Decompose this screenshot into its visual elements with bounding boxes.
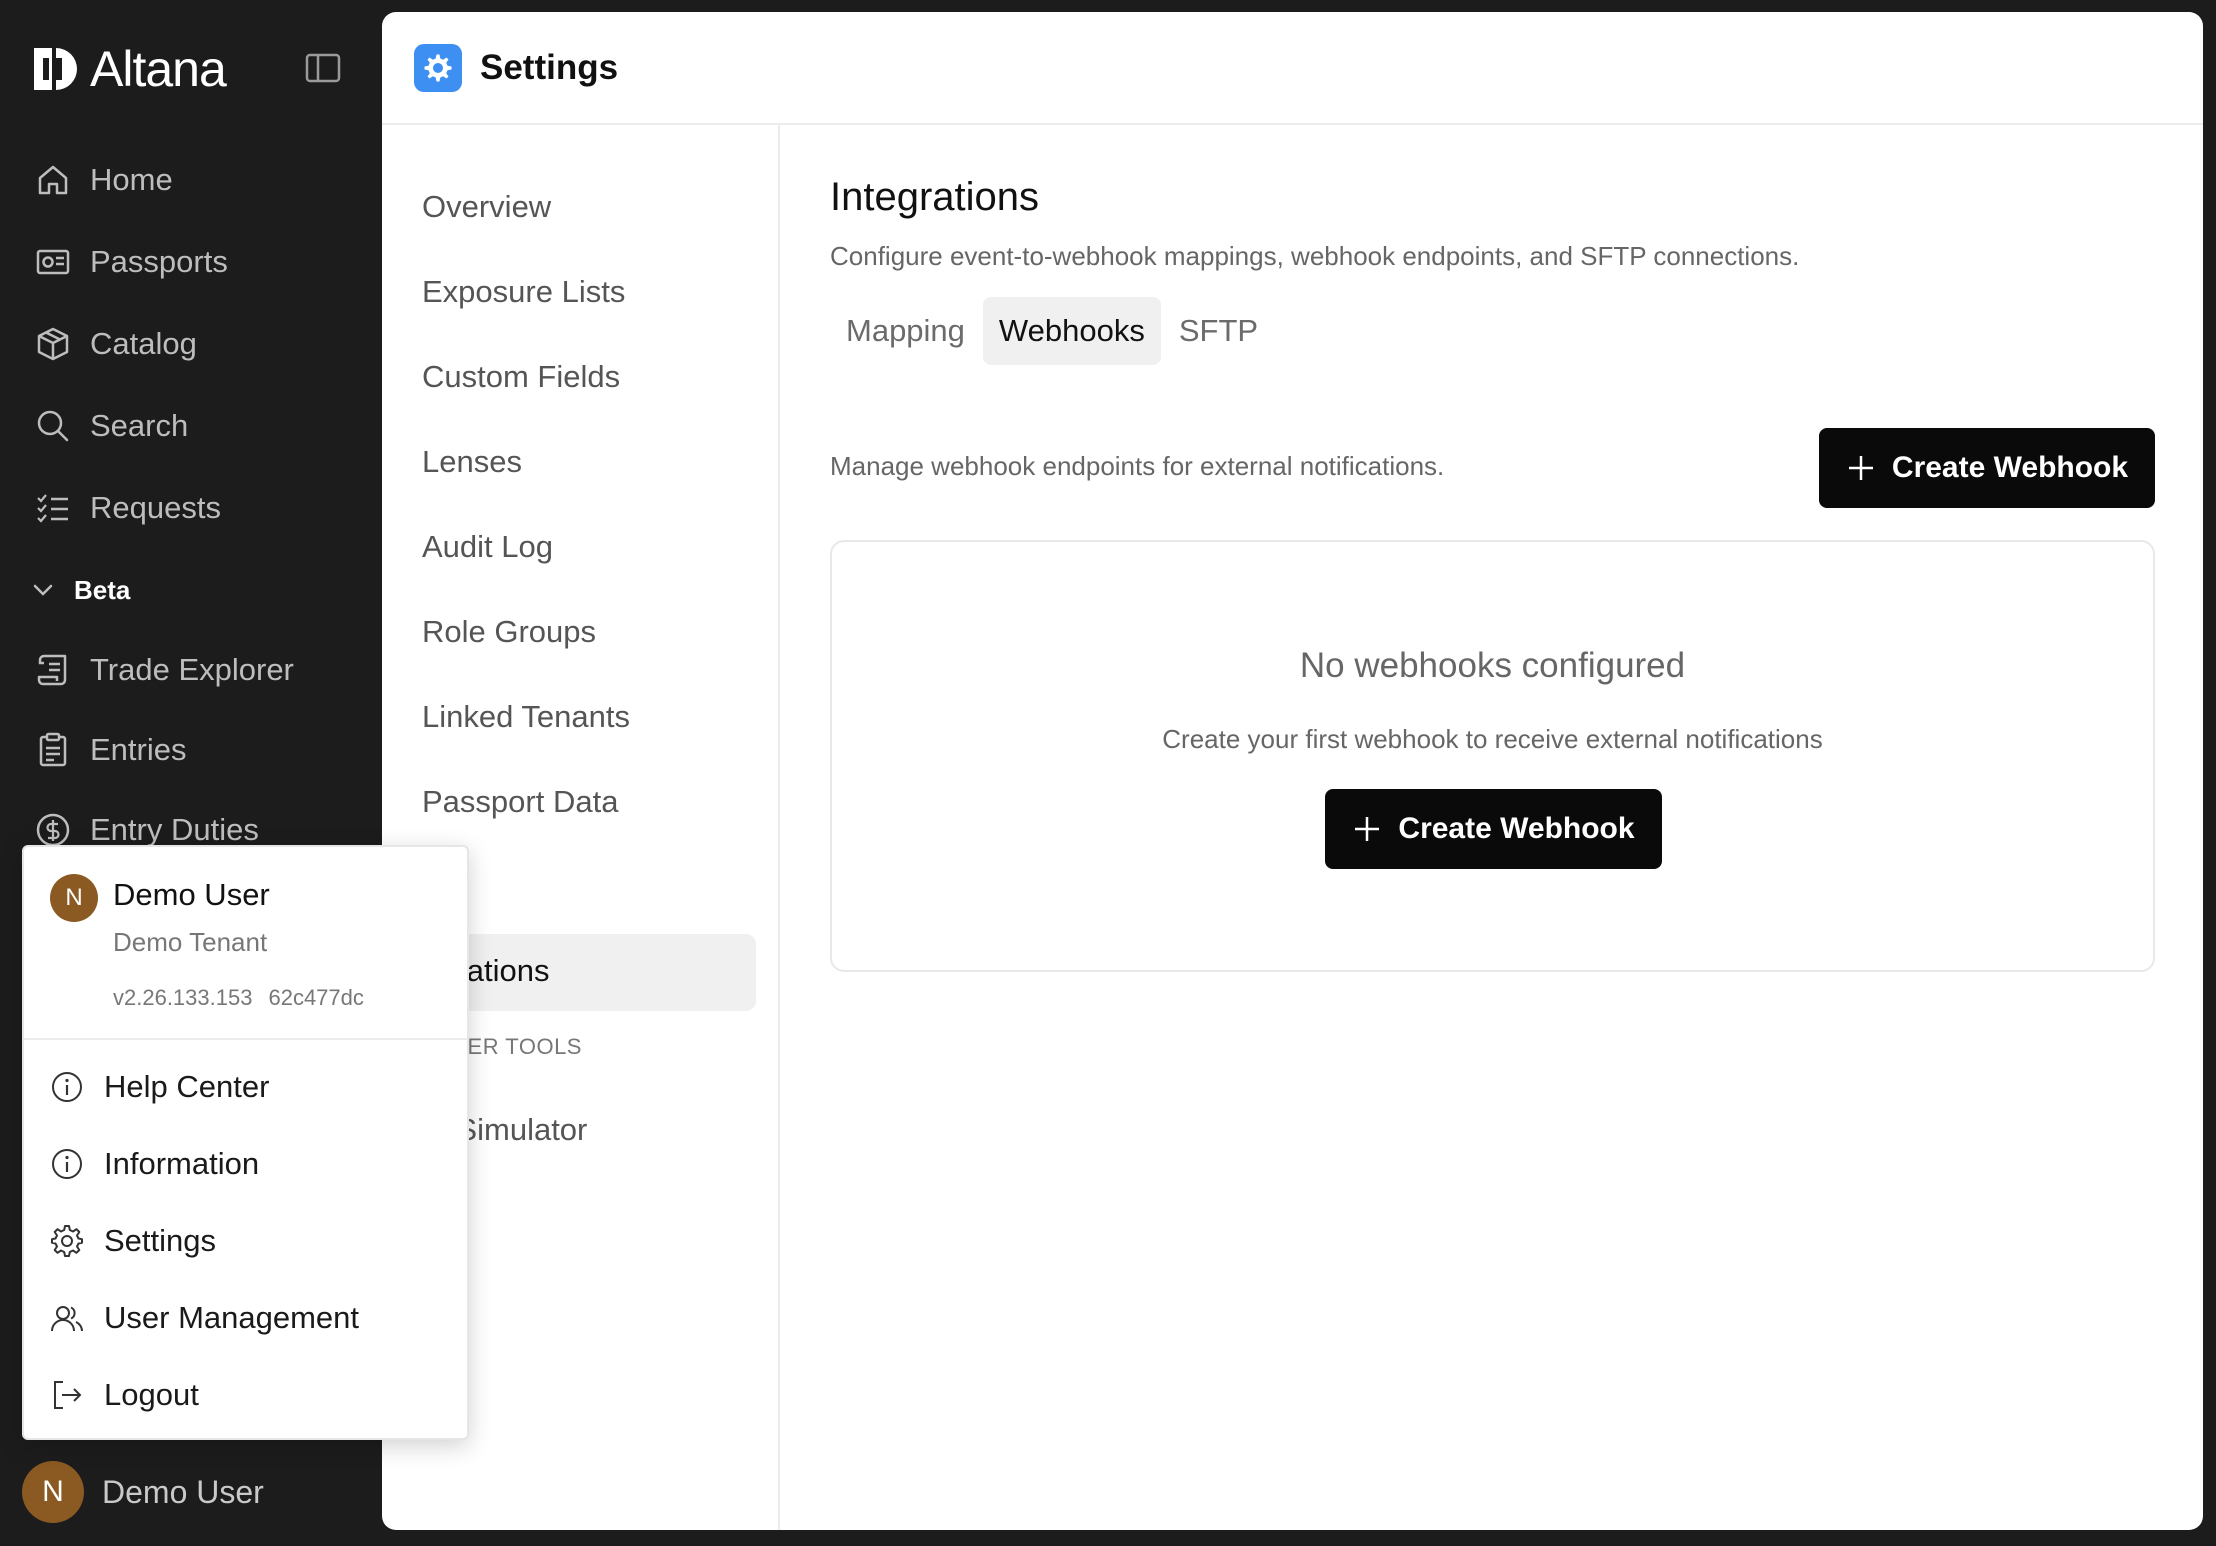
scroll-icon [37, 654, 67, 686]
sidebar-toggle-button[interactable] [305, 52, 341, 84]
settings-nav-passport-data[interactable]: Passport Data [422, 772, 618, 832]
sidebar-item-home[interactable]: Home [34, 150, 173, 210]
webhooks-description: Manage webhook endpoints for external no… [830, 451, 1445, 481]
plus-icon [1848, 456, 1873, 480]
sidebar-item-label: Catalog [90, 326, 197, 361]
settings-nav-overview[interactable]: Overview [422, 177, 551, 237]
sidebar-item-trade-explorer[interactable]: Trade Explorer [34, 640, 294, 700]
avatar: N [22, 1461, 84, 1523]
settings-nav-linked-tenants[interactable]: Linked Tenants [422, 687, 630, 747]
sidebar-item-entries[interactable]: Entries [34, 720, 186, 780]
brand[interactable]: Altana [30, 41, 227, 97]
package-icon [37, 327, 69, 361]
menu-item-label: Information [104, 1146, 260, 1181]
button-label: Create Webhook [1398, 812, 1635, 845]
create-webhook-button[interactable]: Create Webhook [1819, 428, 2155, 508]
chevron-down-icon [33, 584, 53, 596]
plus-icon [1355, 817, 1380, 841]
sidebar-item-label: Home [90, 162, 173, 197]
menu-item-logout[interactable]: Logout [50, 1367, 199, 1423]
user-name: Demo User [102, 1473, 264, 1510]
divider [24, 1038, 467, 1040]
user-menu-popup: N Demo User Demo Tenant v2.26.133.153 62… [22, 845, 469, 1440]
altana-logo-icon [34, 48, 77, 90]
settings-nav-role-groups[interactable]: Role Groups [422, 602, 596, 662]
sidebar-item-requests[interactable]: Requests [34, 478, 221, 538]
gear-icon [424, 54, 452, 81]
settings-nav-custom-fields[interactable]: Custom Fields [422, 347, 620, 407]
dollar-circle-icon [36, 813, 70, 847]
menu-item-label: Help Center [104, 1069, 270, 1104]
main-panel: Settings Overview Exposure Lists Custom … [382, 12, 2203, 1530]
empty-state-card: No webhooks configured Create your first… [830, 540, 2155, 972]
home-icon [38, 165, 68, 195]
settings-nav-audit-log[interactable]: Audit Log [422, 517, 553, 577]
tab-sftp[interactable]: SFTP [1163, 297, 1274, 365]
settings-nav-lenses[interactable]: Lenses [422, 432, 522, 492]
sidebar-item-label: Passports [90, 244, 228, 279]
logout-icon [54, 1381, 82, 1409]
sidebar-user-button[interactable]: N Demo User [22, 1460, 264, 1524]
section-label: Beta [74, 574, 131, 605]
sidebar-item-label: Entries [90, 732, 187, 767]
menu-item-label: User Management [104, 1300, 360, 1335]
commit-hash: 62c477dc [268, 985, 364, 1010]
sidebar-item-search[interactable]: Search [34, 396, 188, 456]
tab-webhooks[interactable]: Webhooks [982, 297, 1161, 365]
avatar: N [50, 874, 98, 922]
sidebar-item-label: Requests [90, 490, 221, 525]
version-info: v2.26.133.153 62c477dc [113, 985, 364, 1011]
gear-icon [51, 1225, 83, 1257]
page-header: Settings [382, 12, 2203, 125]
info-circle-icon [52, 1072, 82, 1102]
sidebar-item-label: Search [90, 408, 189, 443]
menu-item-help-center[interactable]: Help Center [50, 1059, 269, 1115]
menu-item-label: Logout [104, 1377, 199, 1412]
menu-item-information[interactable]: Information [50, 1136, 259, 1192]
users-icon [51, 1306, 83, 1332]
sidebar-item-label: Trade Explorer [90, 652, 294, 687]
tab-mapping[interactable]: Mapping [830, 297, 981, 365]
menu-item-user-management[interactable]: User Management [50, 1290, 359, 1346]
sidebar-section-beta[interactable]: Beta [30, 570, 130, 610]
clipboard-icon [39, 732, 67, 767]
button-label: Create Webhook [1891, 451, 2129, 484]
section-title: Integrations [830, 175, 1040, 219]
settings-badge [414, 43, 462, 92]
integrations-content: Integrations Configure event-to-webhook … [782, 125, 2203, 1530]
empty-state-subtitle: Create your first webhook to receive ext… [1162, 724, 1823, 754]
section-description: Configure event-to-webhook mappings, web… [830, 241, 1800, 271]
brand-name: Altana [90, 41, 227, 97]
panel-left-icon [305, 53, 341, 83]
info-circle-icon [52, 1149, 82, 1179]
list-check-icon [37, 494, 68, 523]
sidebar-item-passports[interactable]: Passports [34, 232, 228, 292]
settings-nav-exposure-lists[interactable]: Exposure Lists [422, 262, 625, 322]
menu-item-settings[interactable]: Settings [50, 1213, 216, 1269]
sidebar-item-label: Entry Duties [90, 812, 259, 847]
tenant-name: Demo Tenant [113, 927, 268, 957]
version-number: v2.26.133.153 [113, 985, 253, 1010]
page-title: Settings [480, 47, 619, 87]
tab-list: Mapping Webhooks SFTP [830, 297, 1274, 365]
passport-icon [36, 249, 70, 275]
menu-item-label: Settings [104, 1223, 217, 1258]
search-icon [37, 410, 69, 442]
user-name: Demo User [113, 877, 270, 912]
sidebar-item-catalog[interactable]: Catalog [34, 314, 197, 374]
empty-create-webhook-button[interactable]: Create Webhook [1325, 789, 1662, 869]
empty-state-title: No webhooks configured [1299, 646, 1686, 685]
